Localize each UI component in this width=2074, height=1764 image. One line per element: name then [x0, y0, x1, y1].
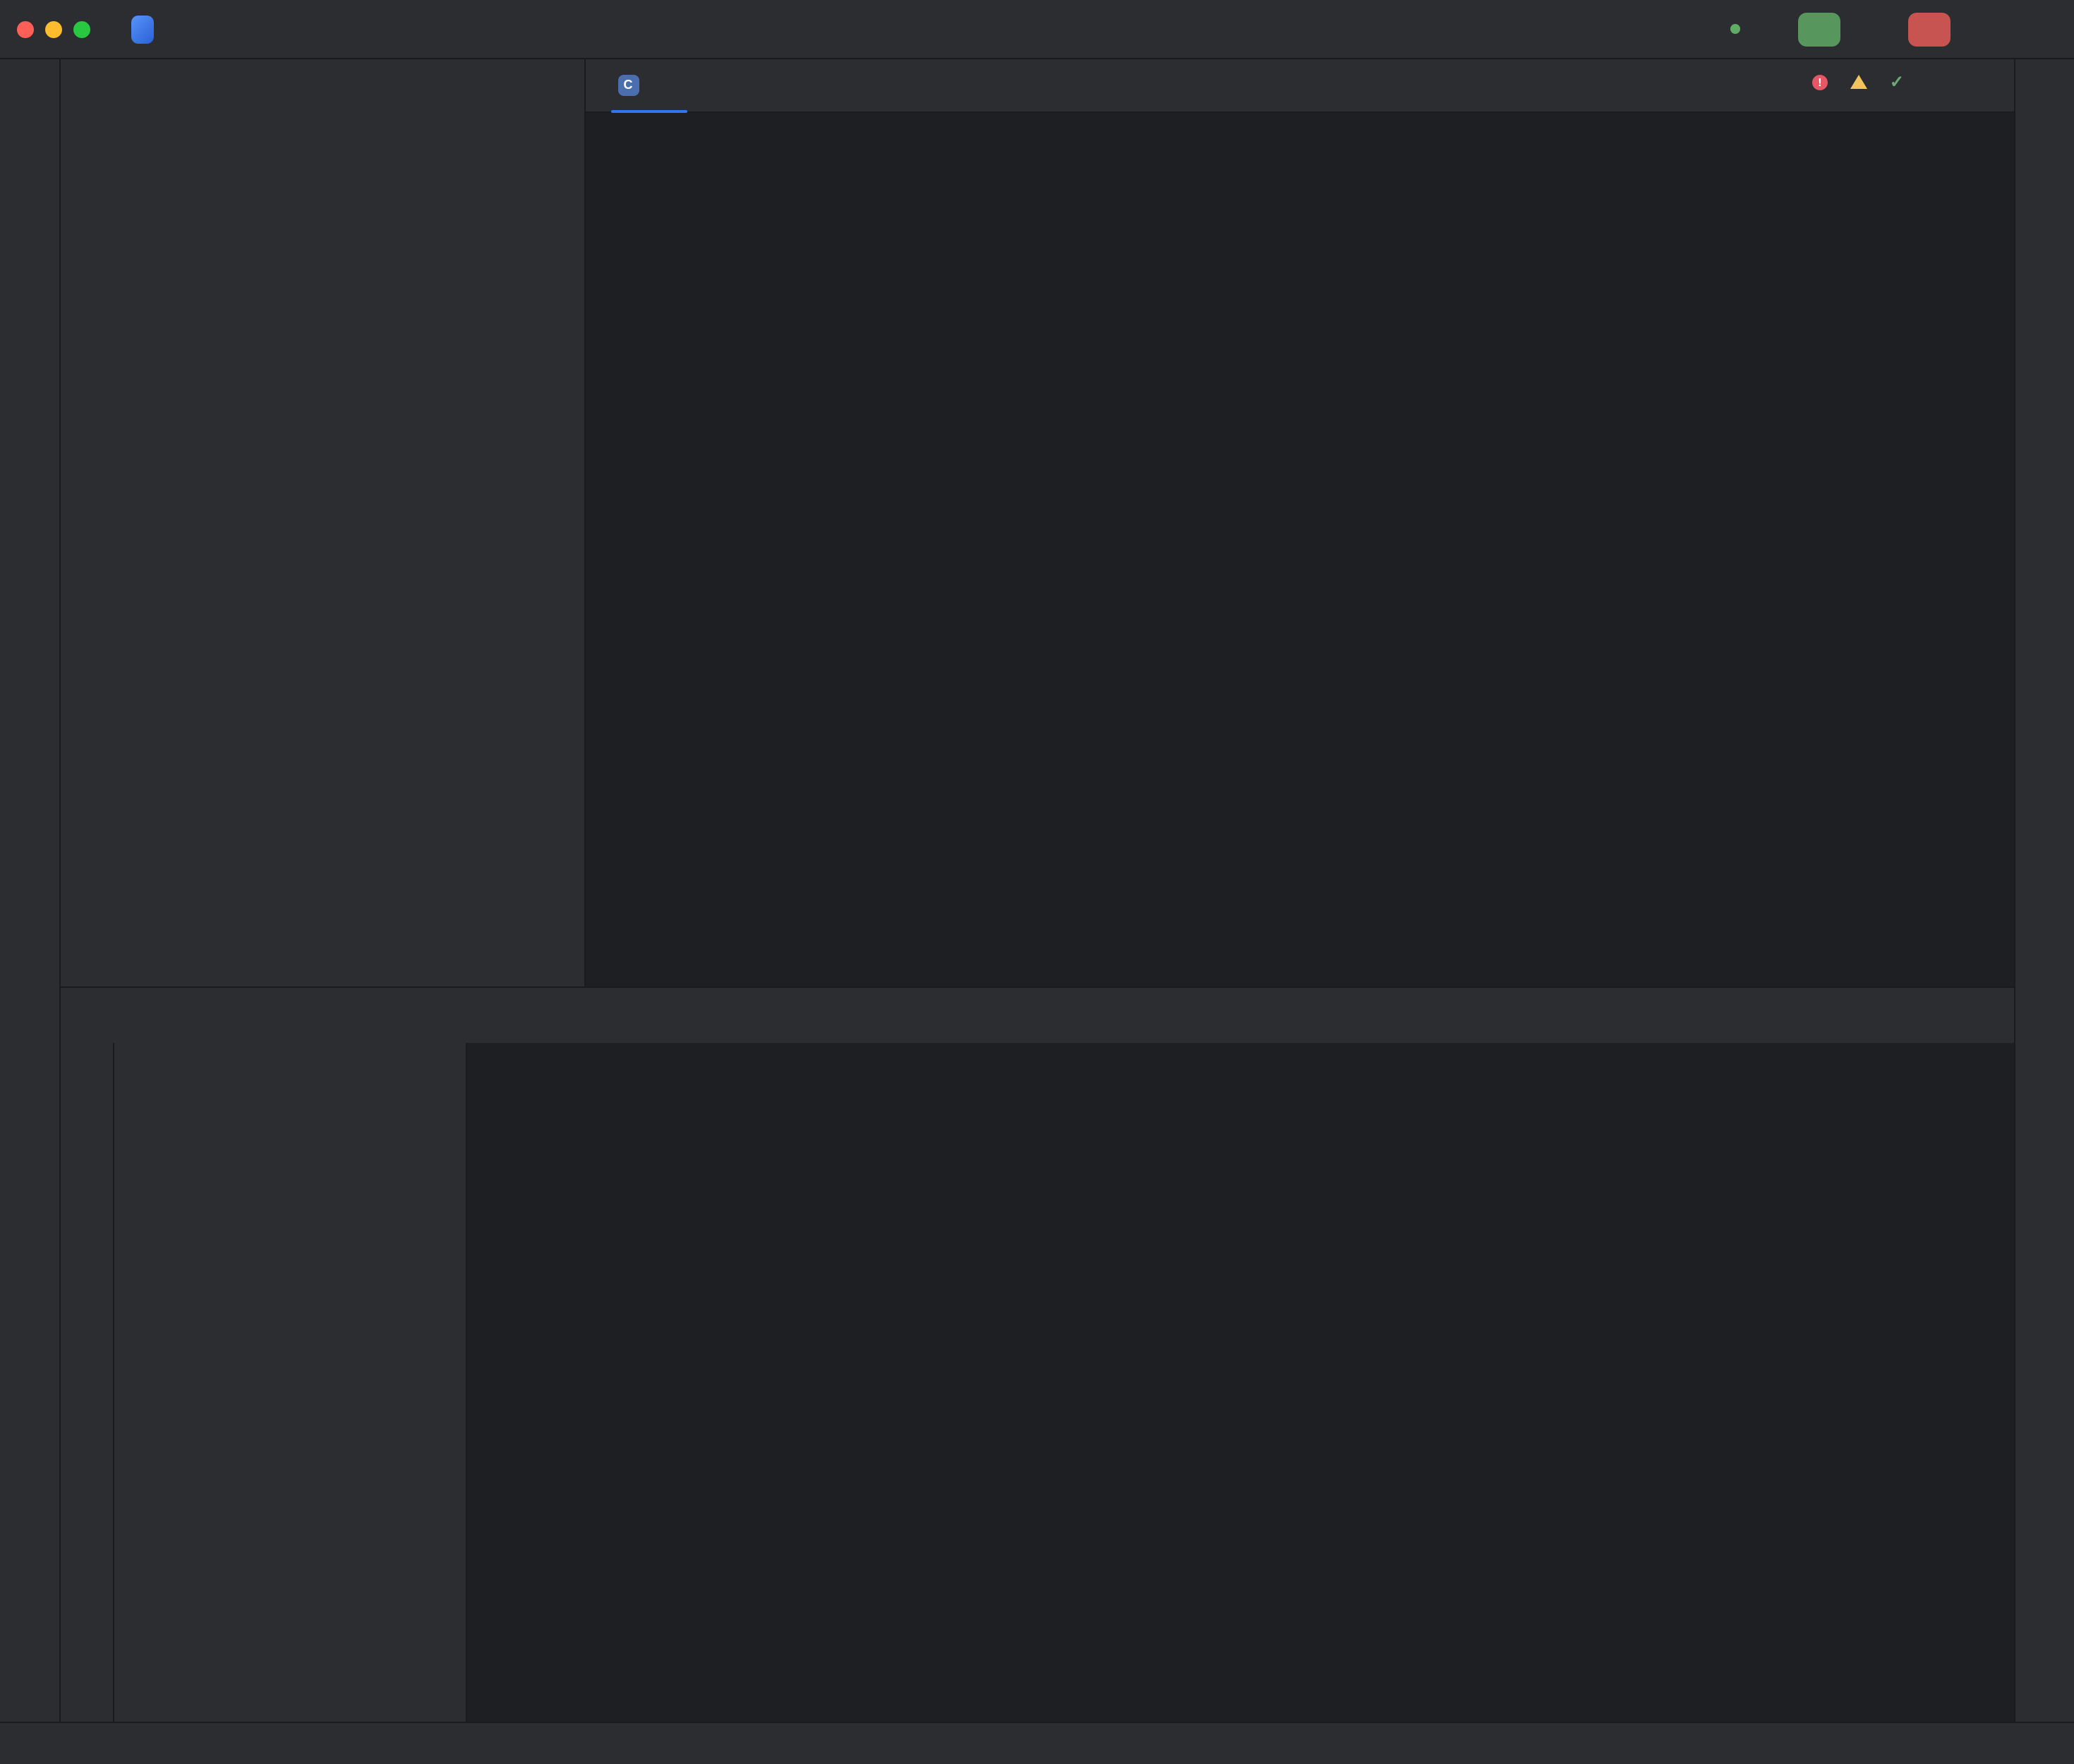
code-area[interactable]	[586, 113, 2014, 986]
run-toolbar	[1630, 9, 2004, 49]
build-tree	[114, 1043, 467, 1722]
project-logo-icon	[131, 18, 154, 40]
window-close-button[interactable]	[17, 20, 34, 37]
error-icon: !	[1812, 74, 1828, 90]
chevron-down-icon	[1757, 20, 1774, 37]
debug-button[interactable]	[1855, 9, 1894, 49]
chevron-down-icon[interactable]	[83, 75, 106, 97]
project-panel	[61, 59, 586, 986]
more-run-options-button[interactable]	[1965, 9, 2004, 49]
rerun-button[interactable]	[1798, 12, 1840, 46]
check-icon: ✓	[1890, 72, 1904, 92]
left-tool-strip	[0, 59, 61, 1722]
chevron-down-icon	[171, 20, 188, 37]
project-panel-header	[61, 59, 584, 113]
editor-options-icon[interactable]	[1977, 74, 2000, 97]
project-selector[interactable]	[121, 13, 198, 44]
vcs-branch-icon	[219, 18, 241, 40]
ide-window: C !	[0, 0, 2074, 1764]
branch-selector[interactable]	[209, 13, 285, 44]
project-tree	[61, 113, 584, 986]
close-tab-icon[interactable]	[659, 74, 682, 97]
editor: C !	[586, 59, 2014, 986]
editor-tab-bar: C	[586, 59, 2014, 113]
passed-count[interactable]: ✓	[1890, 72, 1910, 92]
inspections-widget[interactable]: ! ✓	[1812, 71, 1974, 93]
titlebar	[0, 0, 2074, 59]
run-configuration-selector[interactable]	[1720, 16, 1784, 42]
device-selector[interactable]	[1630, 13, 1706, 44]
main-area: C !	[0, 59, 2074, 1722]
chevron-down-icon	[1680, 20, 1696, 37]
window-minimize-button[interactable]	[45, 20, 62, 37]
cpp-file-icon: C	[617, 74, 639, 97]
status-bar	[0, 1722, 2074, 1764]
build-panel-header	[61, 988, 2014, 1043]
editor-tab-ai-chat-cpp[interactable]: C	[605, 59, 693, 112]
warning-count[interactable]	[1850, 75, 1873, 89]
stop-button[interactable]	[1908, 12, 1951, 46]
build-console[interactable]	[467, 1043, 2014, 1722]
device-icon	[1640, 18, 1663, 40]
error-stripe[interactable]	[1994, 113, 2014, 986]
error-count[interactable]: !	[1812, 74, 1833, 90]
build-toolbar	[61, 1043, 114, 1722]
chevron-down-icon	[258, 20, 275, 37]
right-tool-strip	[2014, 59, 2074, 1722]
warning-icon	[1850, 75, 1867, 89]
running-indicator-icon	[1730, 24, 1740, 34]
previous-problem-icon[interactable]	[1927, 71, 1949, 93]
build-panel	[61, 986, 2014, 1722]
next-problem-icon[interactable]	[1952, 71, 1974, 93]
window-zoom-button[interactable]	[73, 20, 90, 37]
